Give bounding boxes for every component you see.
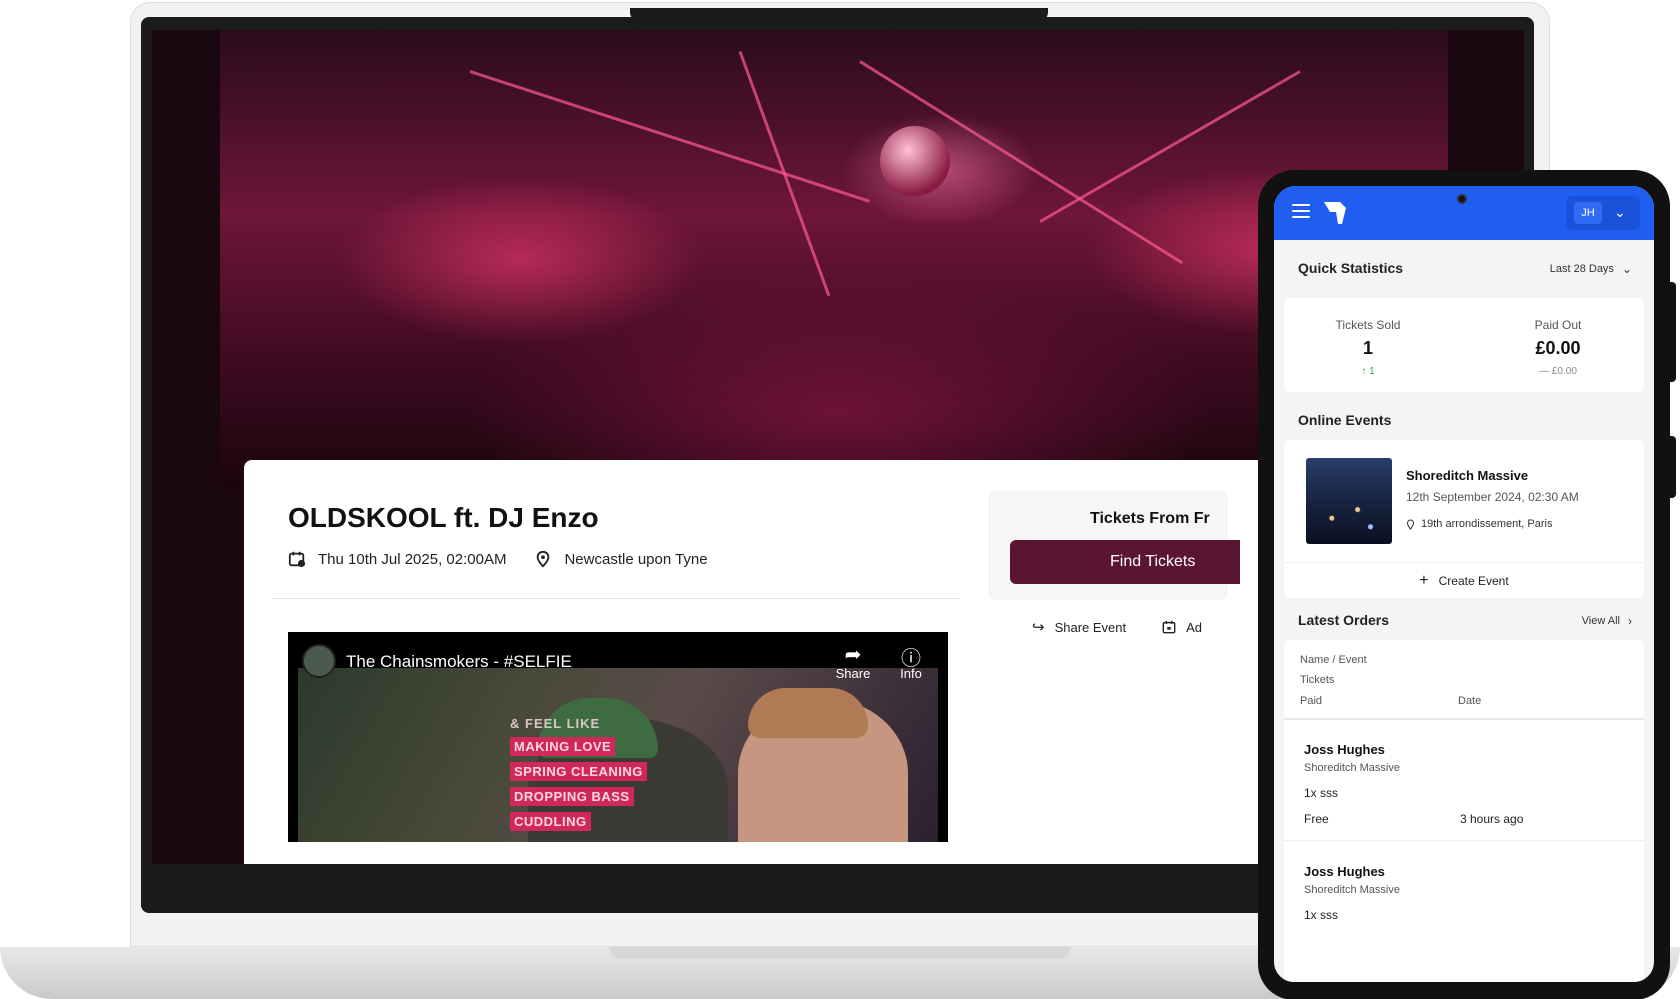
share-row: ↪ Share Event Ad	[1032, 618, 1202, 636]
event-meta-row: Thu 10th Jul 2025, 02:00AM Newcastle upo…	[288, 550, 708, 568]
col-tickets: Tickets	[1300, 674, 1335, 686]
laptop-base-groove	[610, 947, 1070, 959]
video-lyrics: & FEEL LIKE MAKING LOVE SPRING CLEANING …	[510, 716, 647, 837]
video-info-label: Info	[900, 666, 922, 681]
lyric-line: SPRING CLEANING	[510, 762, 647, 781]
order-date: 3 hours ago	[1460, 812, 1524, 826]
mockup-stage: OLDSKOOL ft. DJ Enzo Thu 10th Jul 2025, …	[0, 0, 1680, 999]
disco-ball	[880, 126, 950, 196]
video-title[interactable]: The Chainsmokers - #SELFIE	[346, 652, 572, 672]
col-paid: Paid	[1300, 695, 1323, 707]
create-event-label: Create Event	[1438, 573, 1509, 588]
plus-icon: +	[1419, 571, 1429, 589]
chevron-right-icon: ›	[1628, 614, 1632, 628]
share-event-link[interactable]: Share Event	[1055, 620, 1127, 635]
event-location: Newcastle upon Tyne	[564, 550, 708, 568]
event-date: Thu 10th Jul 2025, 02:00AM	[318, 550, 507, 568]
light-beam	[469, 70, 870, 203]
quick-stats-title: Quick Statistics	[1298, 260, 1404, 276]
paid-out-label: Paid Out	[1534, 318, 1582, 332]
lyric-line: DROPPING BASS	[510, 787, 634, 806]
tablet-camera	[1457, 194, 1467, 204]
calendar-icon	[288, 551, 306, 568]
date-range-dropdown[interactable]: Last 28 Days ⌄	[1550, 262, 1632, 276]
create-event-button[interactable]: + Create Event	[1284, 562, 1644, 598]
quick-stats-card: Tickets Sold 1 ↑ 1 Paid Out £0.00 — £0.0…	[1284, 298, 1644, 392]
youtube-video-embed[interactable]: The Chainsmokers - #SELFIE ➦ Share ⓘ Inf…	[288, 632, 948, 842]
event-title: OLDSKOOL ft. DJ Enzo	[288, 502, 599, 533]
divider	[1284, 718, 1644, 720]
brand-logo-icon	[1324, 202, 1346, 224]
divider	[272, 598, 960, 599]
event-thumbnail[interactable]	[1306, 458, 1392, 544]
dashboard-screen: JH ⌄ Quick Statistics Last 28 Days ⌄ Tic…	[1274, 186, 1654, 982]
tickets-sold-value: 1	[1362, 338, 1373, 358]
order-event: Shoreditch Massive	[1304, 884, 1400, 896]
dashboard-header: JH ⌄	[1274, 186, 1654, 240]
lyric-line: CUDDLING	[510, 812, 591, 831]
col-date: Date	[1458, 695, 1482, 707]
tablet-side-button	[1668, 282, 1676, 382]
video-hair	[748, 688, 868, 738]
order-tickets: 1x sss	[1304, 786, 1339, 800]
share-arrow-icon: ➦	[844, 644, 862, 666]
hamburger-menu-icon[interactable]	[1292, 204, 1310, 218]
chevron-down-icon: ⌄	[1621, 262, 1632, 276]
latest-orders-title: Latest Orders	[1298, 612, 1390, 628]
video-share-label: Share	[835, 666, 871, 681]
lyric-head: & FEEL LIKE	[510, 716, 601, 731]
order-event: Shoreditch Massive	[1304, 762, 1400, 774]
ticket-box: Tickets From Fr Find Tickets	[988, 490, 1240, 600]
order-customer: Joss Hughes	[1304, 864, 1385, 879]
order-paid: Free	[1304, 812, 1329, 826]
location-pin-icon	[1406, 518, 1415, 530]
view-all-link[interactable]: View All ›	[1582, 614, 1632, 628]
view-all-label: View All	[1581, 615, 1620, 627]
find-tickets-button[interactable]: Find Tickets	[1010, 540, 1240, 584]
event-name[interactable]: Shoreditch Massive	[1406, 468, 1528, 483]
event-date: 12th September 2024, 02:30 AM	[1406, 490, 1579, 504]
event-location-text: 19th arrondissement, Paris	[1421, 518, 1553, 530]
tickets-sold-label: Tickets Sold	[1335, 318, 1401, 332]
info-icon: ⓘ	[901, 648, 921, 670]
tickets-from-label: Tickets From Fr	[1090, 510, 1210, 527]
user-avatar: JH	[1574, 202, 1602, 224]
light-beam	[738, 50, 831, 297]
location-pin-icon	[537, 550, 550, 568]
user-menu-button[interactable]: JH ⌄	[1566, 196, 1640, 230]
lyric-line: MAKING LOVE	[510, 737, 616, 756]
add-to-calendar-link[interactable]: Ad	[1186, 620, 1202, 635]
paid-out-value: £0.00	[1535, 338, 1581, 358]
tablet-side-button	[1668, 436, 1676, 498]
online-events-title: Online Events	[1298, 412, 1392, 428]
paid-out-delta: — £0.00	[1539, 366, 1577, 377]
order-customer: Joss Hughes	[1304, 742, 1385, 757]
date-range-label: Last 28 Days	[1549, 263, 1614, 275]
chevron-down-icon: ⌄	[1614, 204, 1626, 220]
video-share-button[interactable]: ➦ Share	[828, 642, 878, 681]
video-info-button[interactable]: ⓘ Info	[886, 642, 936, 681]
online-events-card: Shoreditch Massive 12th September 2024, …	[1284, 440, 1644, 598]
order-tickets: 1x sss	[1304, 908, 1339, 922]
share-arrow-icon: ↪	[1032, 619, 1045, 636]
laptop-notch	[630, 8, 1048, 22]
tickets-sold-delta: ↑ 1	[1361, 366, 1375, 377]
latest-orders-card: Name / Event Tickets Paid Date Joss Hugh…	[1284, 640, 1644, 982]
channel-avatar[interactable]	[302, 644, 336, 678]
col-name-event: Name / Event	[1300, 654, 1367, 666]
event-location: 19th arrondissement, Paris	[1406, 518, 1552, 530]
calendar-add-icon	[1162, 620, 1176, 634]
divider	[1284, 840, 1644, 841]
